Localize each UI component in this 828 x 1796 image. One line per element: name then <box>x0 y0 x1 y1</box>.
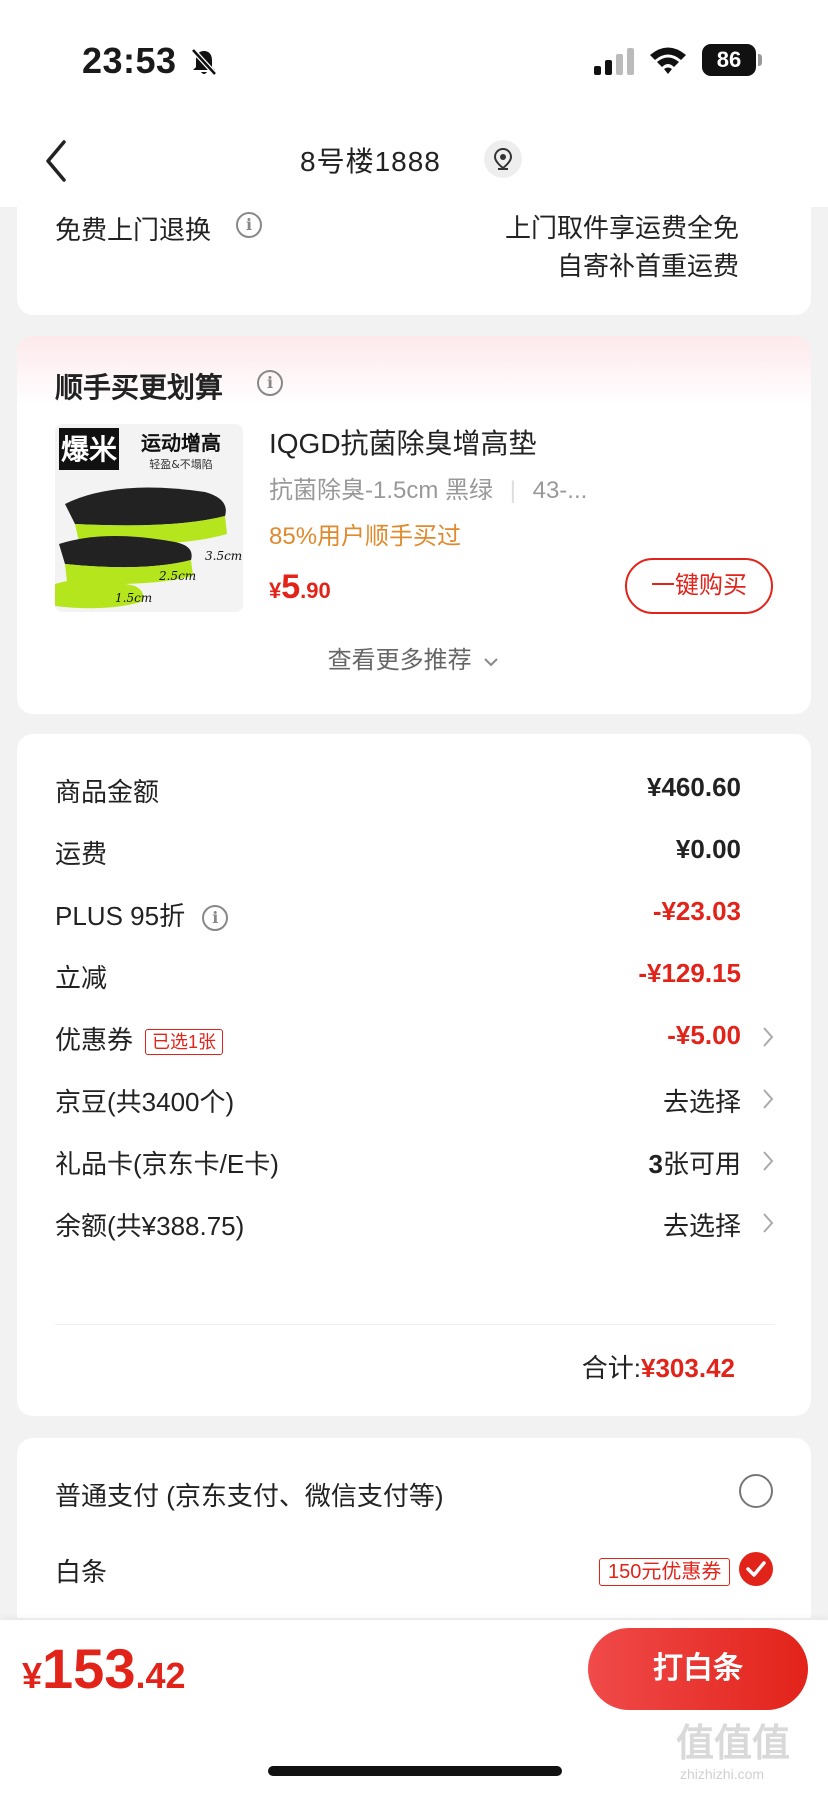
watermark-url: zhizhizhi.com <box>680 1766 765 1782</box>
info-icon[interactable]: i <box>257 370 283 396</box>
coupon-label: 优惠券 <box>55 1025 134 1055</box>
location-pin-icon[interactable] <box>484 140 522 178</box>
more-recommendations-link[interactable]: 查看更多推荐 <box>17 640 811 675</box>
row-label: 优惠券 已选1张 <box>55 1020 224 1057</box>
summary-row-plus-discount: PLUS 95折 i -¥23.03 <box>55 896 775 936</box>
summary-row-balance[interactable]: 余额(共¥388.75) 去选择 <box>55 1206 775 1246</box>
price-decimal: .90 <box>300 578 331 603</box>
price-integer: 5 <box>281 568 301 606</box>
chevron-down-icon <box>484 657 499 667</box>
image-headline-text: 运动增高 <box>141 431 221 455</box>
image-badge-text: 爆米 <box>61 433 117 466</box>
page-title[interactable]: 8号楼1888 <box>300 140 441 180</box>
row-label: 商品金额 <box>55 777 160 807</box>
checkmark-icon <box>746 1561 766 1577</box>
more-recommendations-label: 查看更多推荐 <box>327 647 472 674</box>
summary-row-gift-card[interactable]: 礼品卡(京东卡/E卡) 3张可用 <box>55 1144 775 1184</box>
battery-tip <box>758 54 762 66</box>
image-height-label: 1.5cm <box>115 591 152 605</box>
plus-discount-label: PLUS 95折 <box>55 901 186 931</box>
payment-option-normal-label[interactable]: 普通支付 (京东支付、微信支付等) <box>55 1476 444 1513</box>
row-label: 运费 <box>55 839 108 869</box>
total-label: 合计: <box>581 1353 642 1383</box>
row-value: ¥460.60 <box>647 772 741 802</box>
total-value: ¥303.42 <box>641 1353 735 1383</box>
row-value: -¥23.03 <box>652 896 741 926</box>
product-name[interactable]: IQGD抗菌除臭增高垫 <box>269 422 537 462</box>
spec-separator: | <box>509 477 516 504</box>
row-value: 3张可用 <box>649 1144 741 1181</box>
image-sub-text: 轻盈&不塌陷 <box>149 457 213 471</box>
chevron-right-icon <box>763 1027 774 1047</box>
product-spec-size: 43-... <box>532 477 588 504</box>
final-price: ¥153.42 <box>22 1636 186 1701</box>
return-service-line1: 上门取件享运费全免 <box>504 213 739 243</box>
gift-card-count: 3 <box>648 1149 663 1179</box>
chevron-right-icon <box>763 1151 774 1171</box>
row-label: 礼品卡(京东卡/E卡) <box>55 1149 279 1179</box>
product-price: ¥5.90 <box>269 568 331 607</box>
watermark-logo: 值值值 <box>676 1723 791 1765</box>
row-value: ¥0.00 <box>675 834 741 864</box>
row-label: 立减 <box>55 963 108 993</box>
info-icon[interactable]: i <box>236 212 262 238</box>
divider <box>55 1324 775 1325</box>
chevron-right-icon <box>763 1089 774 1109</box>
summary-row-coupon[interactable]: 优惠券 已选1张 -¥5.00 <box>55 1020 775 1060</box>
product-bought-rate: 85%用户顺手买过 <box>269 523 462 550</box>
return-service-label: 免费上门退换 <box>55 215 212 245</box>
cellular-signal-icon <box>594 48 634 75</box>
row-label: 京豆(共3400个) <box>55 1087 235 1117</box>
payment-baitiao-radio[interactable] <box>739 1552 773 1586</box>
bell-muted-icon <box>191 48 217 76</box>
one-click-buy-button[interactable]: 一键购买 <box>625 558 773 614</box>
baitiao-coupon-tag: 150元优惠券 <box>599 1558 731 1586</box>
payment-option-baitiao-label[interactable]: 白条 <box>55 1552 107 1589</box>
payment-method-card: 普通支付 (京东支付、微信支付等) 白条 150元优惠券 <box>17 1438 811 1618</box>
product-spec-variant: 抗菌除臭-1.5cm 黑绿 <box>269 477 494 504</box>
gift-card-suffix: 张可用 <box>662 1149 741 1179</box>
home-indicator[interactable] <box>268 1766 562 1776</box>
row-label: PLUS 95折 i <box>55 896 229 933</box>
summary-row-goods-amount: 商品金额 ¥460.60 <box>55 772 775 812</box>
return-service-card: 免费上门退换 i 上门取件享运费全免 自寄补首重运费 <box>17 190 811 315</box>
summary-row-jingdou[interactable]: 京豆(共3400个) 去选择 <box>55 1082 775 1122</box>
row-value: -¥5.00 <box>667 1020 741 1050</box>
pay-with-baitiao-button[interactable]: 打白条 <box>588 1628 808 1710</box>
product-image[interactable]: 爆米 运动增高 轻盈&不塌陷 3.5cm 2.5cm 1.5cm <box>55 424 243 612</box>
info-icon[interactable]: i <box>202 905 229 932</box>
row-value: -¥129.15 <box>638 958 741 988</box>
battery-indicator: 86 <box>702 44 756 76</box>
return-service-line2: 自寄补首重运费 <box>556 251 739 281</box>
row-label: 余额(共¥388.75) <box>55 1211 245 1241</box>
recommendation-title: 顺手买更划算 <box>55 372 224 403</box>
back-chevron-icon[interactable] <box>42 138 70 184</box>
recommendation-card: 顺手买更划算 i 爆米 运动增高 轻盈&不塌陷 3.5cm 2.5cm 1.5c… <box>17 336 811 714</box>
chevron-right-icon <box>763 1213 774 1233</box>
final-price-integer: 153 <box>42 1637 136 1700</box>
price-symbol: ¥ <box>269 578 282 603</box>
status-time: 23:53 <box>82 40 177 81</box>
final-price-symbol: ¥ <box>22 1655 43 1696</box>
summary-row-shipping: 运费 ¥0.00 <box>55 834 775 874</box>
product-spec: 抗菌除臭-1.5cm 黑绿 | 43-... <box>269 470 587 505</box>
row-value: 去选择 <box>662 1211 741 1241</box>
final-price-decimal: .42 <box>135 1655 186 1696</box>
summary-row-instant-discount: 立减 -¥129.15 <box>55 958 775 998</box>
image-height-label: 2.5cm <box>158 569 196 583</box>
order-total: 合计:¥303.42 <box>582 1348 735 1385</box>
order-summary-card: 商品金额 ¥460.60 运费 ¥0.00 PLUS 95折 i -¥23.03… <box>17 734 811 1416</box>
row-value: 去选择 <box>662 1087 741 1117</box>
image-height-label: 3.5cm <box>205 549 242 563</box>
payment-normal-radio[interactable] <box>739 1474 773 1508</box>
coupon-selected-tag: 已选1张 <box>145 1029 224 1056</box>
wifi-icon <box>650 47 686 74</box>
